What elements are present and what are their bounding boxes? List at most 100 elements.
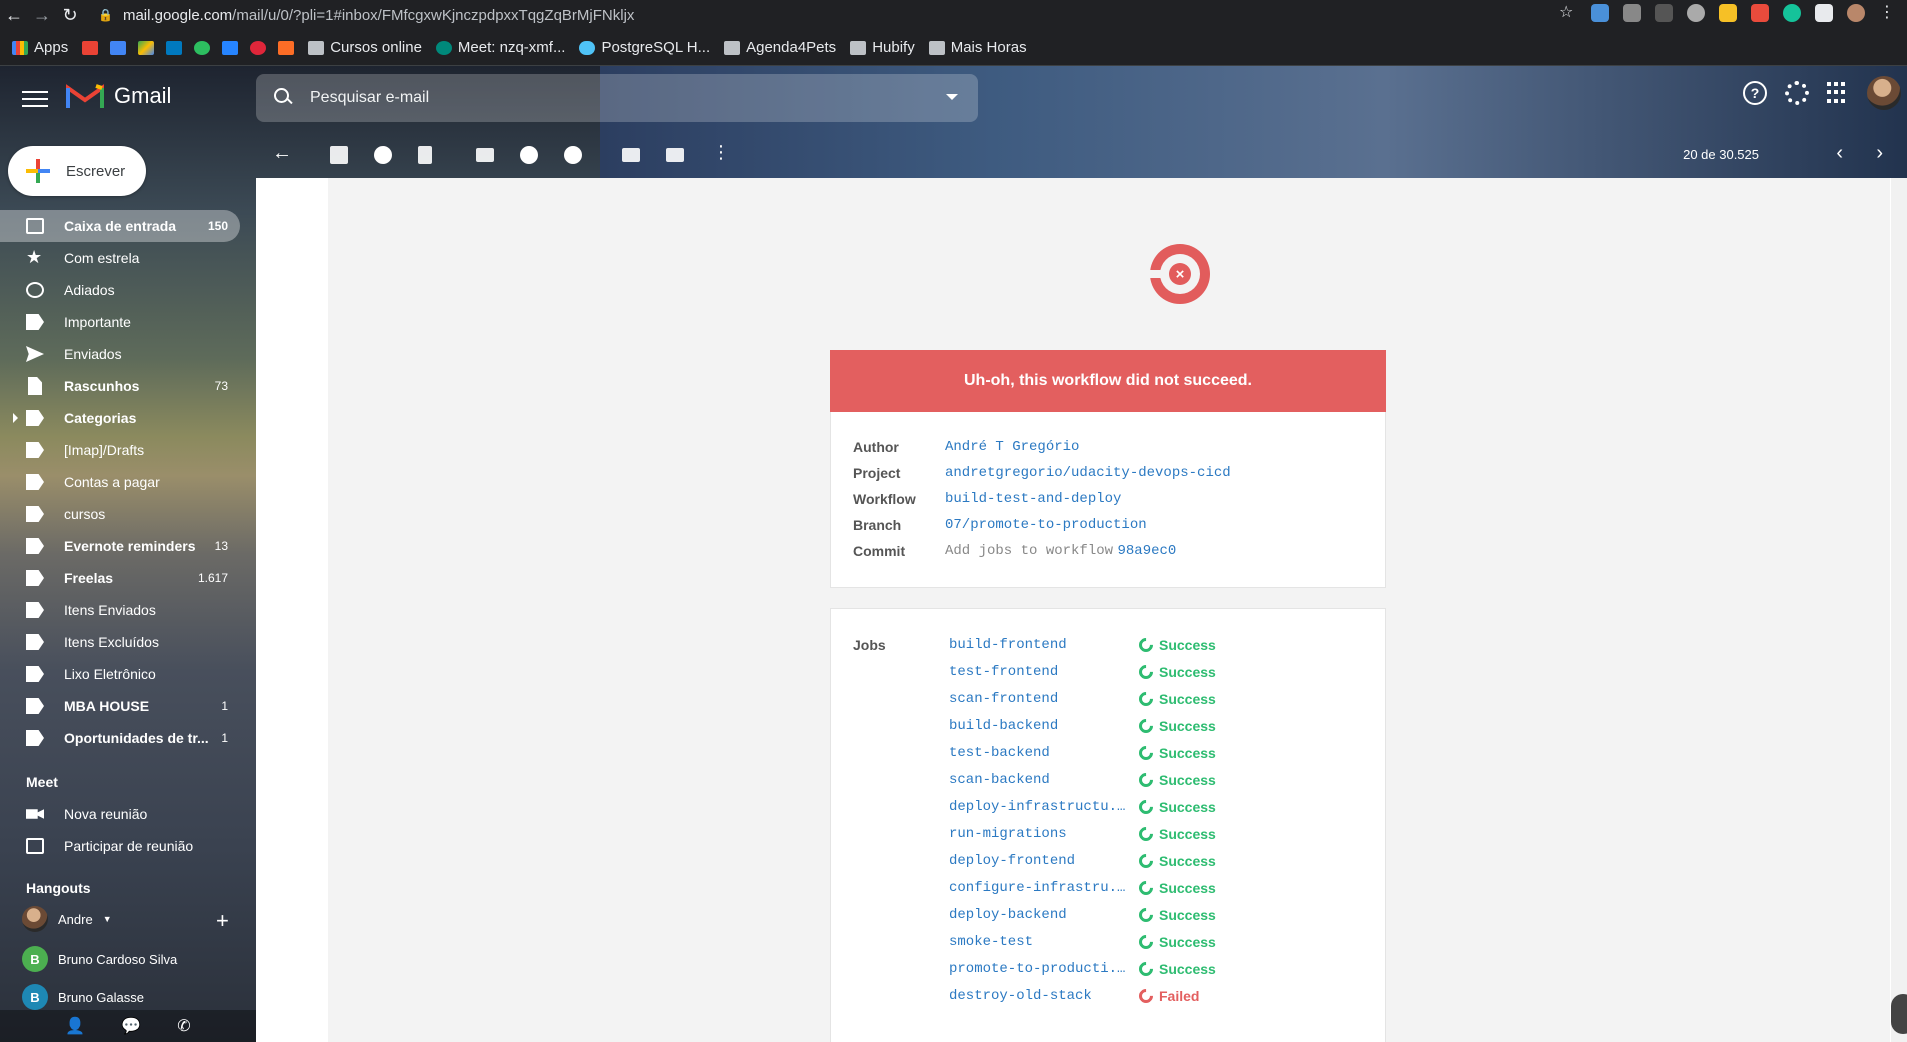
apps-grid-icon[interactable] — [1827, 82, 1849, 104]
back-to-inbox-icon[interactable]: ← — [272, 142, 292, 164]
sidebar-item-inbox[interactable]: Caixa de entrada 150 — [0, 210, 240, 242]
archive-icon[interactable] — [330, 146, 348, 164]
branch-link[interactable]: 07/promote-to-production — [945, 517, 1147, 533]
bookmark-meet[interactable]: Meet: nzq-xmf... — [435, 39, 565, 56]
reload-icon[interactable]: ↻ — [56, 5, 84, 26]
sidebar-item-label[interactable]: Lixo Eletrônico — [0, 658, 240, 690]
grammarly-icon[interactable] — [1783, 4, 1801, 22]
newer-message-icon[interactable]: ‹ — [1836, 142, 1843, 165]
extension-icon[interactable] — [1591, 4, 1609, 22]
job-name-link[interactable]: test-backend — [949, 745, 1131, 761]
chat-bubble-icon[interactable]: 💬 — [121, 1016, 141, 1036]
compose-button[interactable]: Escrever — [8, 146, 146, 196]
job-name-link[interactable]: build-backend — [949, 718, 1131, 734]
sidebar-item-sent[interactable]: Enviados — [0, 338, 240, 370]
gitlab-icon[interactable] — [278, 40, 295, 55]
drive-icon[interactable] — [138, 40, 155, 55]
job-name-link[interactable]: deploy-frontend — [949, 853, 1131, 869]
back-icon[interactable]: ← — [0, 5, 28, 26]
bookmark-apps[interactable]: Apps — [12, 39, 68, 56]
sidebar-item-label[interactable]: Freelas 1.617 — [0, 562, 240, 594]
extension-icon[interactable] — [1687, 4, 1705, 22]
search-options-icon[interactable] — [946, 94, 958, 100]
author-link[interactable]: André T Gregório — [945, 439, 1079, 455]
delete-icon[interactable] — [418, 146, 432, 164]
sidebar-item-label[interactable]: Itens Excluídos — [0, 626, 240, 658]
bookmark-folder[interactable]: Agenda4Pets — [724, 39, 836, 56]
move-to-icon[interactable] — [622, 148, 640, 162]
forward-icon[interactable]: → — [28, 5, 56, 26]
job-name-link[interactable]: run-migrations — [949, 826, 1131, 842]
evernote-icon[interactable] — [194, 40, 211, 55]
gear-icon[interactable] — [1785, 81, 1809, 105]
meet-new-meeting[interactable]: Nova reunião — [0, 798, 240, 830]
project-link[interactable]: andretgregorio/udacity-devops-cicd — [945, 465, 1231, 481]
gmail-icon[interactable] — [82, 40, 99, 55]
help-icon[interactable]: ? — [1743, 81, 1767, 105]
labels-icon[interactable] — [666, 148, 684, 162]
account-avatar[interactable] — [1867, 76, 1901, 110]
scrollbar-thumb[interactable] — [1891, 994, 1907, 1034]
sidebar-item-label[interactable]: cursos — [0, 498, 240, 530]
hangouts-user[interactable]: Andre ▼ — [22, 906, 112, 932]
sidebar-item-label[interactable]: [Imap]/Drafts — [0, 434, 240, 466]
contact-item[interactable]: B Bruno Galasse — [22, 984, 144, 1010]
job-name-link[interactable]: deploy-infrastructu... — [949, 799, 1131, 815]
more-options-icon[interactable]: ⋮ — [712, 142, 730, 162]
add-contact-icon[interactable]: + — [216, 908, 229, 934]
sidebar-item-drafts[interactable]: Rascunhos 73 — [0, 370, 240, 402]
main-menu-icon[interactable] — [22, 86, 48, 112]
add-to-tasks-icon[interactable] — [564, 146, 582, 164]
job-name-link[interactable]: destroy-old-stack — [949, 988, 1131, 1004]
extension-icon[interactable] — [1655, 4, 1673, 22]
job-name-link[interactable]: test-frontend — [949, 664, 1131, 680]
trello-icon[interactable] — [166, 40, 183, 55]
sidebar-item-label[interactable]: Oportunidades de tr... 1 — [0, 722, 240, 754]
phone-icon[interactable]: ✆ — [177, 1016, 190, 1036]
sidebar-item-snoozed[interactable]: Adiados — [0, 274, 240, 306]
older-message-icon[interactable]: › — [1876, 142, 1883, 165]
meet-join-meeting[interactable]: Participar de reunião — [0, 830, 240, 862]
job-name-link[interactable]: scan-backend — [949, 772, 1131, 788]
scrollbar-track[interactable] — [1891, 178, 1907, 1042]
job-name-link[interactable]: scan-frontend — [949, 691, 1131, 707]
bookmark-folder[interactable]: Cursos online — [308, 39, 422, 56]
profile-avatar-icon[interactable] — [1847, 4, 1865, 22]
job-name-link[interactable]: promote-to-producti... — [949, 961, 1131, 977]
extension-icon[interactable] — [1623, 4, 1641, 22]
snooze-icon[interactable] — [520, 146, 538, 164]
commit-hash-link[interactable]: 98a9ec0 — [1117, 543, 1176, 559]
sidebar-item-label[interactable]: Itens Enviados — [0, 594, 240, 626]
sidebar-item-label[interactable]: Contas a pagar — [0, 466, 240, 498]
bookmark-star-icon[interactable]: ☆ — [1559, 4, 1577, 22]
jira-icon[interactable] — [222, 40, 239, 55]
sidebar-item-label[interactable]: Evernote reminders 13 — [0, 530, 240, 562]
job-name-link[interactable]: deploy-backend — [949, 907, 1131, 923]
bookmark-folder[interactable]: Hubify — [850, 39, 915, 56]
sidebar-item-categories[interactable]: Categorias — [0, 402, 240, 434]
extension-icon[interactable] — [1719, 4, 1737, 22]
workflow-link[interactable]: build-test-and-deploy — [945, 491, 1121, 507]
job-name-link[interactable]: configure-infrastru... — [949, 880, 1131, 896]
report-spam-icon[interactable] — [374, 146, 392, 164]
job-name-link[interactable]: smoke-test — [949, 934, 1131, 950]
opera-icon[interactable] — [250, 40, 267, 55]
sidebar-item-starred[interactable]: Com estrela — [0, 242, 240, 274]
puzzle-icon[interactable] — [1815, 4, 1833, 22]
extension-icon[interactable] — [1751, 4, 1769, 22]
search-icon[interactable] — [274, 88, 294, 108]
sidebar-item-label[interactable]: MBA HOUSE 1 — [0, 690, 240, 722]
expand-arrow-icon[interactable] — [13, 413, 18, 423]
sidebar-item-important[interactable]: Importante — [0, 306, 240, 338]
bookmark-postgresql[interactable]: PostgreSQL H... — [579, 39, 710, 56]
bookmark-folder[interactable]: Mais Horas — [928, 39, 1027, 56]
contact-item[interactable]: B Bruno Cardoso Silva — [22, 946, 177, 972]
job-name-link[interactable]: build-frontend — [949, 637, 1131, 653]
calendar-icon[interactable] — [110, 40, 127, 55]
person-icon[interactable]: 👤 — [65, 1016, 85, 1036]
mark-unread-icon[interactable] — [476, 148, 494, 162]
gmail-logo[interactable]: Gmail — [66, 82, 171, 110]
search-input[interactable]: Pesquisar e-mail — [256, 74, 978, 122]
address-bar[interactable]: 🔒 mail.google.com/mail/u/0/?pli=1#inbox/… — [98, 7, 634, 24]
menu-dots-icon[interactable]: ⋮ — [1879, 4, 1897, 22]
